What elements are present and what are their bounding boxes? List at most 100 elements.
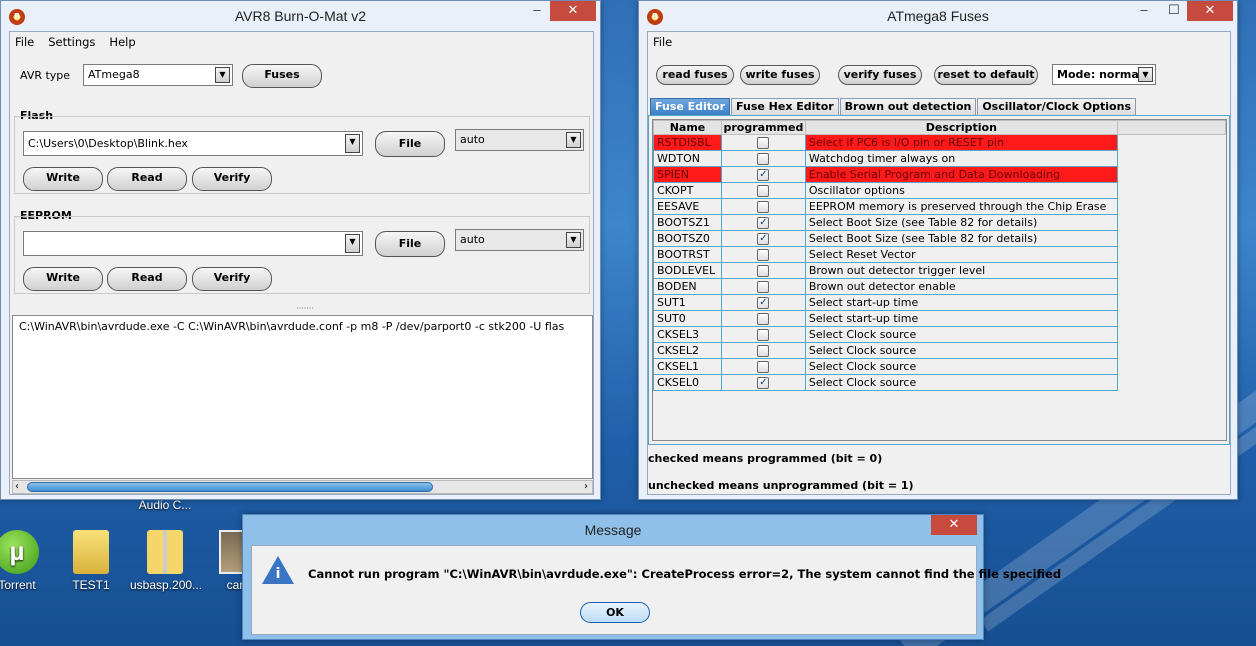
fuse-name-cell: EESAVE [653, 198, 722, 215]
verify-fuses-button[interactable]: verify fuses [838, 65, 922, 85]
eeprom-write-button[interactable]: Write [23, 267, 103, 291]
table-row[interactable]: BOOTSZ0 ✓ Select Boot Size (see Table 82 f… [653, 230, 1226, 247]
eeprom-file-button[interactable]: File [375, 231, 445, 257]
fuses-button[interactable]: Fuses [242, 64, 322, 88]
checked-checkbox[interactable]: ✓ [757, 169, 770, 181]
checked-checkbox[interactable]: ✓ [757, 377, 770, 389]
table-row[interactable]: SPIEN ✓ Enable Serial Program and Data Dow… [653, 166, 1226, 183]
unchecked-checkbox[interactable] [757, 153, 770, 165]
unchecked-checkbox[interactable] [757, 329, 770, 341]
eeprom-read-button[interactable]: Read [107, 267, 187, 291]
close-button[interactable]: ✕ [1187, 1, 1233, 21]
note-unchecked: unchecked means unprogrammed (bit = 1) [648, 479, 914, 492]
reset-default-button[interactable]: reset to default [934, 65, 1038, 85]
chevron-down-icon[interactable]: ▼ [345, 234, 360, 253]
unchecked-checkbox[interactable] [757, 281, 770, 293]
table-row[interactable]: BODLEVEL Brown out detector trigger level [653, 262, 1226, 279]
fuses-app-icon: B [647, 9, 663, 25]
unchecked-checkbox[interactable] [757, 185, 770, 197]
checked-checkbox[interactable]: ✓ [757, 297, 770, 309]
table-row[interactable]: CKSEL3 Select Clock source [653, 326, 1226, 343]
flash-write-button[interactable]: Write [23, 167, 103, 191]
chevron-down-icon[interactable]: ▼ [215, 67, 230, 83]
column-header-programmed[interactable]: programmed [720, 120, 806, 135]
menu-file[interactable]: File [653, 35, 672, 49]
menu-help[interactable]: Help [109, 35, 135, 49]
fuse-programmed-cell [720, 342, 806, 359]
table-row[interactable]: BOOTSZ1 ✓ Select Boot Size (see Table 82 f… [653, 214, 1226, 231]
flash-verify-button[interactable]: Verify [192, 167, 272, 191]
tab-fuse-editor[interactable]: Fuse Editor [650, 98, 731, 115]
flash-format-select[interactable]: auto ▼ [455, 129, 584, 151]
desktop-icon-usbasp[interactable]: usbasp.200... [130, 530, 202, 592]
tab-fuse-hex-editor[interactable]: Fuse Hex Editor [731, 98, 839, 115]
desktop-icon-torrent[interactable]: µ Torrent [0, 530, 52, 592]
fuse-programmed-cell [720, 198, 806, 215]
chevron-down-icon[interactable]: ▼ [566, 232, 581, 248]
table-row[interactable]: CKOPT Oscillator options [653, 182, 1226, 199]
unchecked-checkbox[interactable] [757, 313, 770, 325]
close-button[interactable]: ✕ [931, 515, 977, 535]
chevron-down-icon[interactable]: ▼ [566, 132, 581, 148]
message-title: Message [584, 522, 642, 538]
eeprom-file-combo[interactable]: ▼ [23, 231, 363, 256]
fuse-description-cell: Oscillator options [804, 182, 1118, 199]
table-row[interactable]: BODEN Brown out detector enable [653, 278, 1226, 295]
menu-file[interactable]: File [15, 35, 34, 49]
menu-settings[interactable]: Settings [48, 35, 95, 49]
unchecked-checkbox[interactable] [757, 249, 770, 261]
eeprom-verify-button[interactable]: Verify [192, 267, 272, 291]
avr-type-select[interactable]: ATmega8 ▼ [83, 64, 233, 86]
table-row[interactable]: BOOTRST Select Reset Vector [653, 246, 1226, 263]
burnomat-titlebar[interactable]: B AVR8 Burn-O-Mat v2 – ✕ [1, 1, 600, 31]
mode-select[interactable]: Mode: normal ▼ [1052, 64, 1156, 85]
tab-oscillator-clock-options[interactable]: Oscillator/Clock Options [977, 98, 1136, 115]
chevron-down-icon[interactable]: ▼ [1138, 67, 1153, 82]
splitter-handle[interactable]: ······· [275, 305, 335, 313]
fuses-titlebar[interactable]: B ATmega8 Fuses – ☐ ✕ [639, 1, 1237, 31]
fuse-programmed-cell [720, 134, 806, 151]
fuse-programmed-cell [720, 278, 806, 295]
column-header-name[interactable]: Name [653, 120, 722, 135]
table-row[interactable]: RSTDISBL Select if PC6 is I/O pin or RESE… [653, 134, 1226, 151]
eeprom-format-select[interactable]: auto ▼ [455, 229, 584, 251]
maximize-button[interactable]: ☐ [1159, 1, 1189, 21]
desktop-icon-test1[interactable]: TEST1 [56, 530, 126, 592]
horizontal-scrollbar[interactable]: ‹ › [12, 480, 593, 494]
close-button[interactable]: ✕ [550, 1, 596, 21]
scrollbar-thumb[interactable] [27, 482, 433, 492]
table-row[interactable]: EESAVE EEPROM memory is preserved through… [653, 198, 1226, 215]
checked-checkbox[interactable]: ✓ [757, 233, 770, 245]
scroll-right-icon[interactable]: › [584, 481, 588, 492]
table-row[interactable]: SUT1 ✓ Select start-up time [653, 294, 1226, 311]
output-log[interactable]: C:\WinAVR\bin\avrdude.exe -C C:\WinAVR\b… [12, 315, 593, 479]
tab-brown-out-detection[interactable]: Brown out detection [839, 98, 977, 115]
table-row[interactable]: CKSEL2 Select Clock source [653, 342, 1226, 359]
table-row[interactable]: WDTON Watchdog timer always on [653, 150, 1226, 167]
write-fuses-button[interactable]: write fuses [740, 65, 820, 85]
table-row[interactable]: CKSEL1 Select Clock source [653, 358, 1226, 375]
fuse-name-cell: SUT0 [653, 310, 722, 327]
scroll-left-icon[interactable]: ‹ [15, 481, 19, 492]
table-row[interactable]: CKSEL0 ✓ Select Clock source [653, 374, 1226, 391]
unchecked-checkbox[interactable] [757, 201, 770, 213]
column-header-description[interactable]: Description [804, 120, 1118, 135]
flash-file-combo[interactable]: C:\Users\0\Desktop\Blink.hex ▼ [23, 131, 363, 156]
unchecked-checkbox[interactable] [757, 137, 770, 149]
fuse-name-cell: BOOTSZ0 [653, 230, 722, 247]
fuse-name-cell: WDTON [653, 150, 722, 167]
minimize-button[interactable]: – [1129, 1, 1159, 21]
message-titlebar[interactable]: Message ✕ [243, 515, 983, 545]
unchecked-checkbox[interactable] [757, 265, 770, 277]
flash-file-button[interactable]: File [375, 131, 445, 157]
minimize-button[interactable]: – [522, 1, 552, 21]
unchecked-checkbox[interactable] [757, 345, 770, 357]
table-row[interactable]: SUT0 Select start-up time [653, 310, 1226, 327]
read-fuses-button[interactable]: read fuses [656, 65, 734, 85]
ok-button[interactable]: OK [580, 602, 650, 623]
flash-read-button[interactable]: Read [107, 167, 187, 191]
message-text: Cannot run program "C:\WinAVR\bin\avrdud… [308, 567, 1062, 581]
unchecked-checkbox[interactable] [757, 361, 770, 373]
checked-checkbox[interactable]: ✓ [757, 217, 770, 229]
chevron-down-icon[interactable]: ▼ [345, 134, 360, 153]
